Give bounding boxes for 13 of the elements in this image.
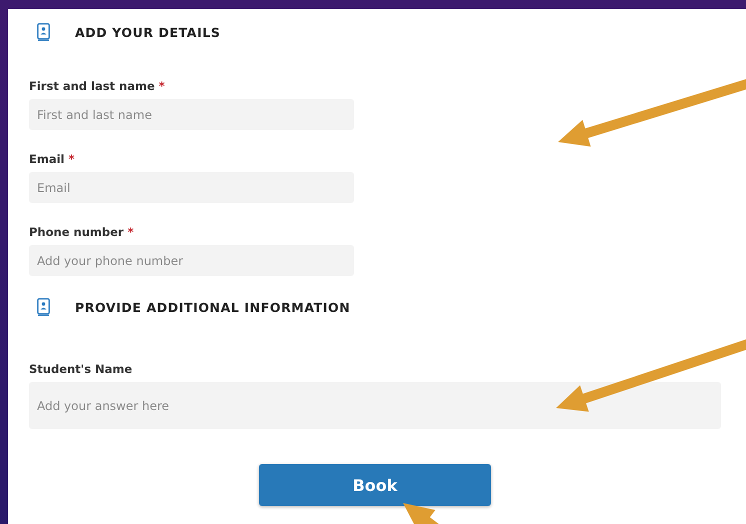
field-label: First and last name * [29,79,166,93]
input-field[interactable]: Add your answer here [29,382,721,429]
input-field[interactable]: Add your phone number [29,245,354,276]
section-title: PROVIDE ADDITIONAL INFORMATION [75,300,350,314]
book-button[interactable]: Book [259,464,491,506]
input-field[interactable]: Email [29,172,354,203]
contact-book-icon [37,298,50,316]
field-label: Phone number * [29,225,135,239]
input-field[interactable]: First and last name [29,99,354,130]
contact-book-icon [37,23,50,41]
field-label: Email * [29,152,76,166]
section-title: ADD YOUR DETAILS [75,24,221,40]
field-label: Student's Name [29,362,134,376]
